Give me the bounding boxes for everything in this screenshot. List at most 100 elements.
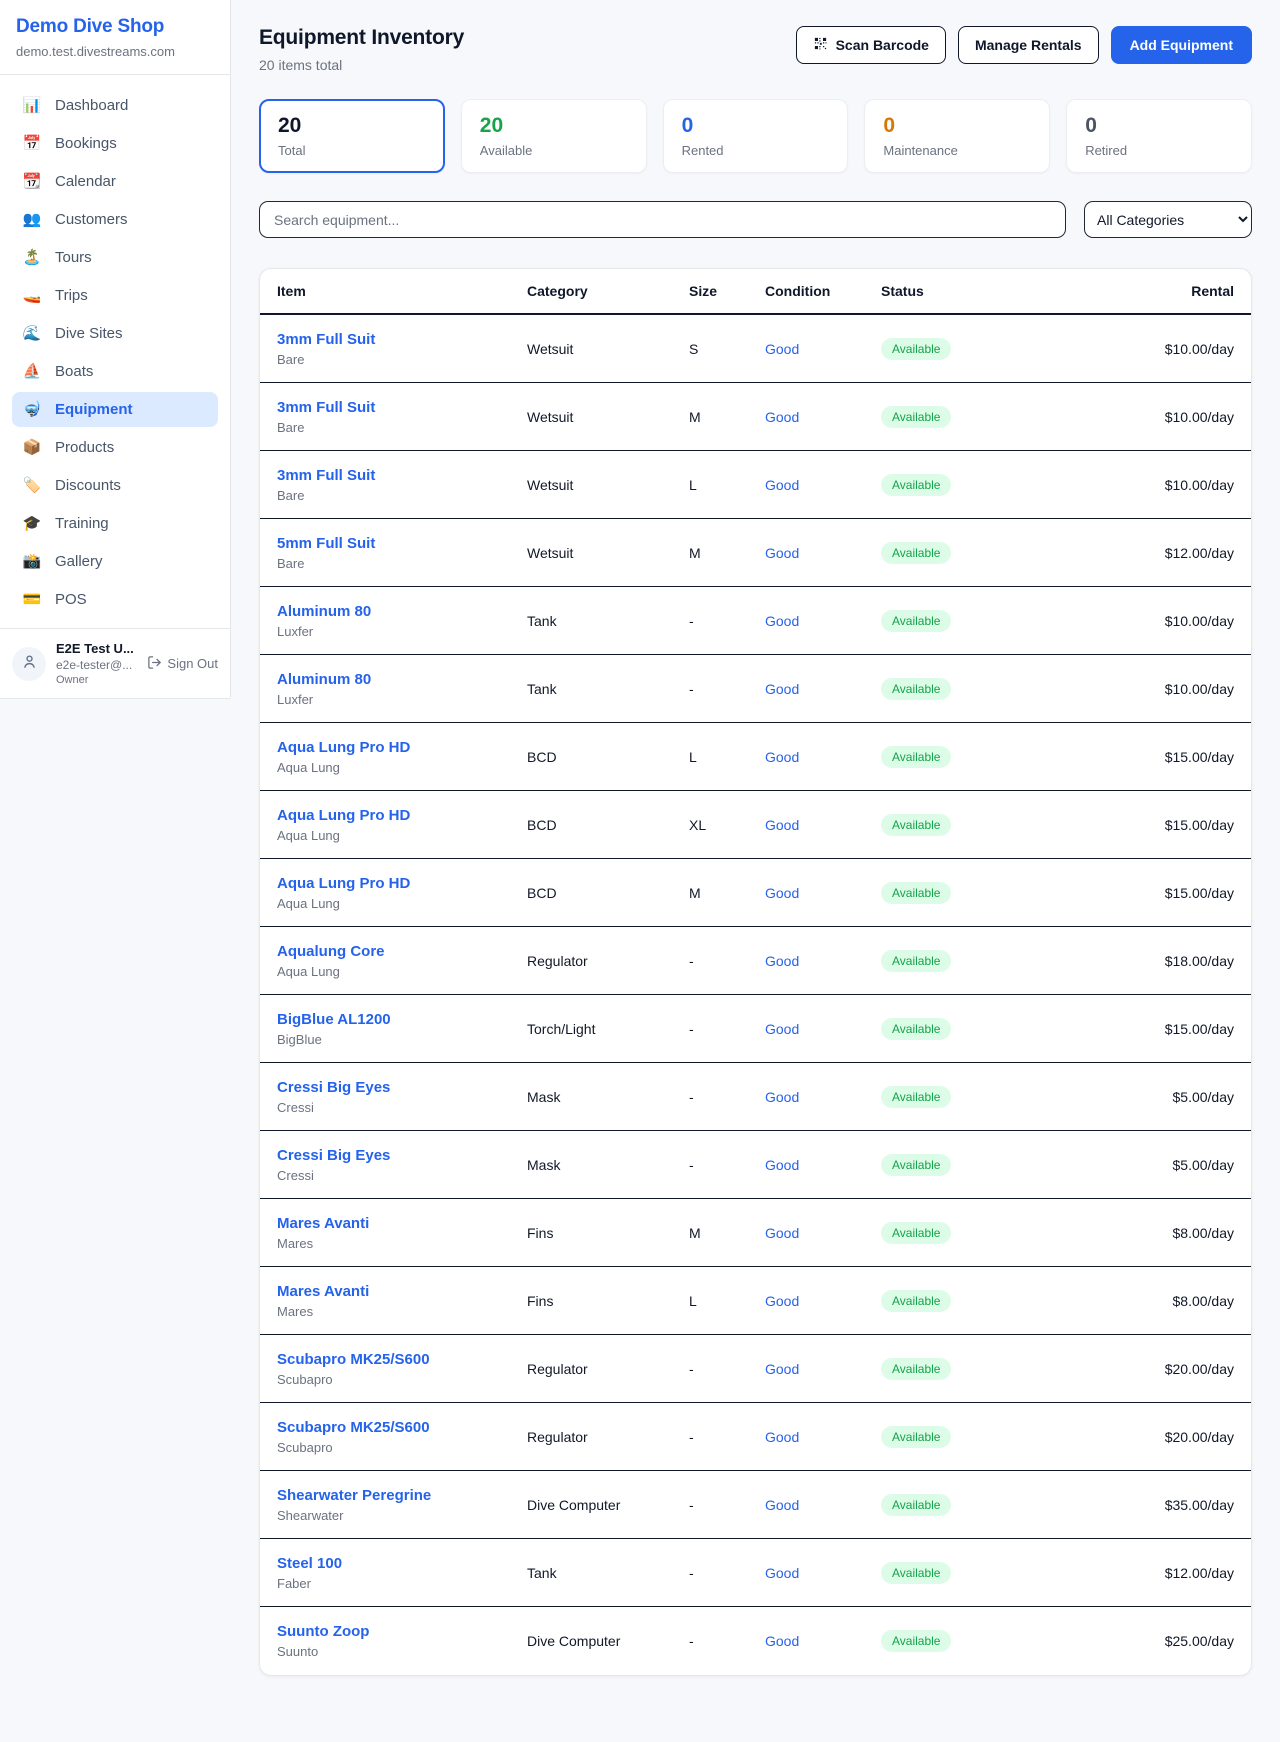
category-select[interactable]: All Categories <box>1084 201 1252 238</box>
add-equipment-button[interactable]: Add Equipment <box>1111 26 1252 64</box>
sidebar-item-gallery[interactable]: 📸 Gallery <box>12 544 218 579</box>
pos-icon: 💳 <box>22 592 42 607</box>
item-condition: Good <box>765 1633 881 1649</box>
item-name-link[interactable]: 3mm Full Suit <box>277 331 527 348</box>
item-size: - <box>689 1497 765 1513</box>
item-rental: $15.00/day <box>1011 749 1234 765</box>
stat-card-available[interactable]: 20 Available <box>461 99 647 173</box>
sidebar-item-trips[interactable]: 🚤 Trips <box>12 278 218 313</box>
trips-icon: 🚤 <box>22 288 42 303</box>
item-name-link[interactable]: Cressi Big Eyes <box>277 1079 527 1096</box>
sidebar-item-calendar[interactable]: 📆 Calendar <box>12 164 218 199</box>
stat-label: Retired <box>1085 143 1233 158</box>
user-name: E2E Test U... <box>56 641 137 656</box>
sidebar-item-dive-sites[interactable]: 🌊 Dive Sites <box>12 316 218 351</box>
item-brand: Aqua Lung <box>277 964 527 979</box>
item-brand: Bare <box>277 420 527 435</box>
item-name-link[interactable]: 3mm Full Suit <box>277 399 527 416</box>
sidebar-item-pos[interactable]: 💳 POS <box>12 582 218 617</box>
training-icon: 🎓 <box>22 516 42 531</box>
item-category: BCD <box>527 817 689 833</box>
item-brand: Scubapro <box>277 1440 527 1455</box>
item-name-link[interactable]: 5mm Full Suit <box>277 535 527 552</box>
item-name-link[interactable]: Aqua Lung Pro HD <box>277 807 527 824</box>
item-brand: Luxfer <box>277 624 527 639</box>
status-badge: Available <box>881 1018 951 1040</box>
stat-card-maintenance[interactable]: 0 Maintenance <box>864 99 1050 173</box>
item-brand: Luxfer <box>277 692 527 707</box>
sidebar-item-boats[interactable]: ⛵ Boats <box>12 354 218 389</box>
sidebar-item-products[interactable]: 📦 Products <box>12 430 218 465</box>
status-badge: Available <box>881 1222 951 1244</box>
sidebar: Demo Dive Shop demo.test.divestreams.com… <box>0 0 231 699</box>
status-badge: Available <box>881 1358 951 1380</box>
item-condition: Good <box>765 409 881 425</box>
sidebar-item-customers[interactable]: 👥 Customers <box>12 202 218 237</box>
item-name-link[interactable]: Mares Avanti <box>277 1283 527 1300</box>
item-name-link[interactable]: Scubapro MK25/S600 <box>277 1351 527 1368</box>
item-category: Dive Computer <box>527 1633 689 1649</box>
item-size: L <box>689 477 765 493</box>
item-category: Wetsuit <box>527 477 689 493</box>
stat-label: Maintenance <box>883 143 1031 158</box>
status-badge: Available <box>881 1290 951 1312</box>
item-size: - <box>689 681 765 697</box>
item-name-link[interactable]: Aqua Lung Pro HD <box>277 739 527 756</box>
logo-block: Demo Dive Shop demo.test.divestreams.com <box>0 0 230 75</box>
item-category: Regulator <box>527 1429 689 1445</box>
item-category: BCD <box>527 885 689 901</box>
item-condition: Good <box>765 1361 881 1377</box>
item-name-link[interactable]: Steel 100 <box>277 1555 527 1572</box>
item-name-link[interactable]: Mares Avanti <box>277 1215 527 1232</box>
sidebar-item-bookings[interactable]: 📅 Bookings <box>12 126 218 161</box>
item-name-link[interactable]: Aqua Lung Pro HD <box>277 875 527 892</box>
item-category: Tank <box>527 681 689 697</box>
table-row: 5mm Full Suit Bare Wetsuit M Good Availa… <box>260 519 1251 587</box>
sidebar-item-equipment[interactable]: 🤿 Equipment <box>12 392 218 427</box>
sidebar-item-label: Customers <box>55 211 128 228</box>
item-size: S <box>689 341 765 357</box>
user-email: e2e-tester@... <box>56 658 137 672</box>
item-rental: $10.00/day <box>1011 341 1234 357</box>
item-name-link[interactable]: Suunto Zoop <box>277 1623 527 1640</box>
item-category: Torch/Light <box>527 1021 689 1037</box>
scan-barcode-button[interactable]: Scan Barcode <box>796 26 946 64</box>
status-badge: Available <box>881 950 951 972</box>
calendar-icon: 📆 <box>22 174 42 189</box>
item-name-link[interactable]: Aqualung Core <box>277 943 527 960</box>
item-name-link[interactable]: Shearwater Peregrine <box>277 1487 527 1504</box>
manage-rentals-button[interactable]: Manage Rentals <box>958 26 1099 64</box>
avatar <box>12 647 46 681</box>
item-name-link[interactable]: Cressi Big Eyes <box>277 1147 527 1164</box>
search-input[interactable] <box>259 201 1066 238</box>
item-condition: Good <box>765 1565 881 1581</box>
sidebar-item-tours[interactable]: 🏝️ Tours <box>12 240 218 275</box>
sidebar-item-label: Products <box>55 439 114 456</box>
sidebar-item-discounts[interactable]: 🏷️ Discounts <box>12 468 218 503</box>
scan-barcode-label: Scan Barcode <box>836 37 929 53</box>
item-category: Mask <box>527 1157 689 1173</box>
item-name-link[interactable]: 3mm Full Suit <box>277 467 527 484</box>
sidebar-item-dashboard[interactable]: 📊 Dashboard <box>12 88 218 123</box>
item-brand: Cressi <box>277 1168 527 1183</box>
sidebar-item-label: Dashboard <box>55 97 128 114</box>
item-name-link[interactable]: Aluminum 80 <box>277 671 527 688</box>
item-name-link[interactable]: Scubapro MK25/S600 <box>277 1419 527 1436</box>
bookings-icon: 📅 <box>22 136 42 151</box>
stat-card-retired[interactable]: 0 Retired <box>1066 99 1252 173</box>
stat-card-rented[interactable]: 0 Rented <box>663 99 849 173</box>
status-badge: Available <box>881 1086 951 1108</box>
item-size: M <box>689 545 765 561</box>
item-name-link[interactable]: Aluminum 80 <box>277 603 527 620</box>
sidebar-item-label: Dive Sites <box>55 325 123 342</box>
item-category: Tank <box>527 1565 689 1581</box>
sign-out-button[interactable]: Sign Out <box>147 655 218 673</box>
stat-card-total[interactable]: 20 Total <box>259 99 445 173</box>
item-size: - <box>689 1157 765 1173</box>
item-size: M <box>689 409 765 425</box>
item-name-link[interactable]: BigBlue AL1200 <box>277 1011 527 1028</box>
item-rental: $10.00/day <box>1011 613 1234 629</box>
sidebar-item-training[interactable]: 🎓 Training <box>12 506 218 541</box>
item-condition: Good <box>765 613 881 629</box>
table-row: Scubapro MK25/S600 Scubapro Regulator - … <box>260 1403 1251 1471</box>
